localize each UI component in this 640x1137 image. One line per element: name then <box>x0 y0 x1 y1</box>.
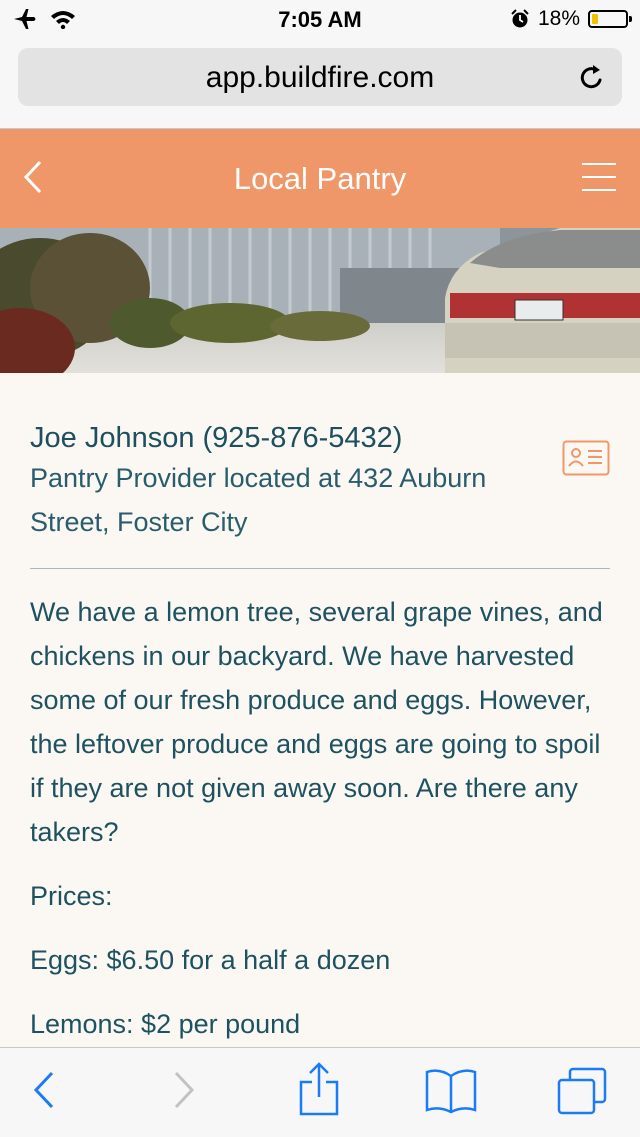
listing-header: Joe Johnson (925-876-5432) Pantry Provid… <box>30 420 610 544</box>
browser-address-bar: app.buildfire.com <box>0 40 640 129</box>
share-icon[interactable] <box>298 1062 340 1116</box>
battery-icon <box>588 10 632 28</box>
app-header: Local Pantry <box>0 129 640 228</box>
alarm-clock-icon <box>511 9 529 28</box>
forward-arrow-icon[interactable] <box>172 1070 196 1110</box>
page-title: Local Pantry <box>233 161 407 196</box>
price-eggs: Eggs: $6.50 for a half a dozen <box>30 945 391 975</box>
hamburger-menu-icon[interactable] <box>582 163 616 202</box>
tabs-icon[interactable] <box>556 1066 608 1116</box>
provider-name: Joe Johnson (925-876-5432) <box>30 422 403 454</box>
url-field[interactable]: app.buildfire.com <box>18 48 622 106</box>
prices-label: Prices: <box>30 881 113 911</box>
status-bar: 7:05 AM 18% <box>0 0 640 40</box>
reload-icon[interactable] <box>578 62 606 92</box>
url-text: app.buildfire.com <box>205 61 435 94</box>
divider <box>30 568 610 569</box>
listing-description: We have a lemon tree, several grape vine… <box>30 597 603 847</box>
contact-card-icon[interactable] <box>562 440 610 476</box>
browser-toolbar <box>0 1047 640 1137</box>
back-arrow-icon[interactable] <box>32 1070 56 1110</box>
bookmarks-icon[interactable] <box>424 1068 478 1114</box>
hero-image <box>0 228 640 373</box>
provider-location: Pantry Provider located at 432 Auburn St… <box>30 463 487 537</box>
price-lemons: Lemons: $2 per pound <box>30 1009 301 1039</box>
listing-body: We have a lemon tree, several grape vine… <box>30 590 610 1066</box>
battery-percent: 18% <box>537 7 580 30</box>
status-right: 18% <box>510 7 632 31</box>
